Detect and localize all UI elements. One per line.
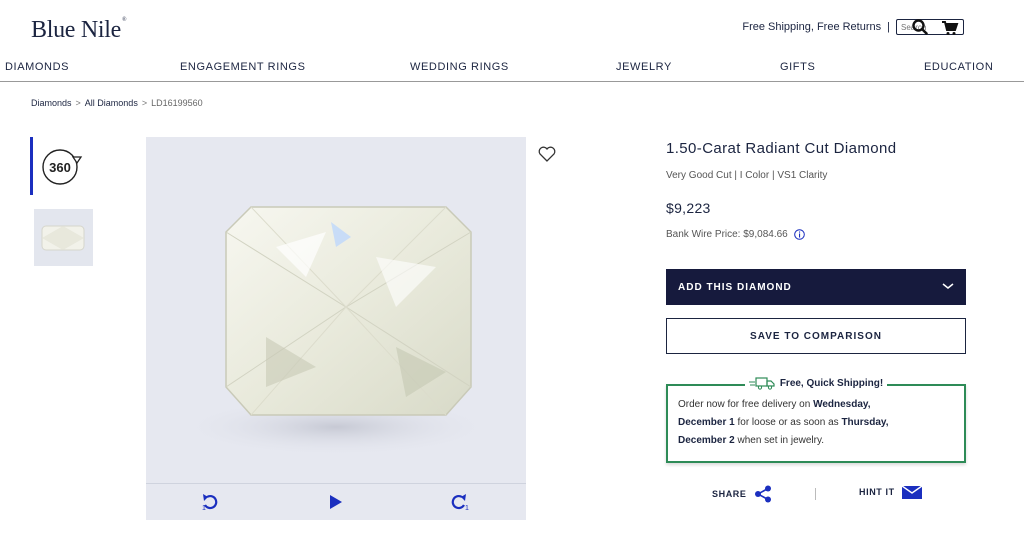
add-diamond-label: ADD THIS DIAMOND [678,281,792,293]
save-to-comparison-label: SAVE TO COMPARISON [750,330,882,342]
utility-bar: Free Shipping, Free Returns | [742,19,964,35]
shipping-date-dec1: December 1 [678,417,735,428]
nav-item-engagement-rings[interactable]: ENGAGEMENT RINGS [180,61,306,73]
thumb-360-label: 360 [49,160,71,175]
action-divider [815,488,816,500]
nav-item-diamonds[interactable]: DIAMONDS [5,61,69,73]
nav-item-wedding-rings[interactable]: WEDDING RINGS [410,61,509,73]
logo-text: Blue Nile [31,17,121,43]
shipping-heading-text: Free, Quick Shipping! [779,377,884,389]
gallery-controls: 1 1 [146,483,526,520]
product-specs: Very Good Cut | I Color | VS1 Clarity [666,170,828,181]
truck-icon [748,377,775,390]
share-icon [754,485,771,503]
breadcrumb: Diamonds > All Diamonds > LD16199560 [31,98,203,108]
shipping-text-part: when set in jewelry. [734,435,824,446]
shipping-date-dec2: December 2 [678,435,735,446]
main-diamond-image[interactable] [146,137,526,483]
product-title: 1.50-Carat Radiant Cut Diamond [666,140,897,157]
nav-item-jewelry[interactable]: JEWELRY [616,61,672,73]
logo-mark: ® [121,17,127,23]
wire-price-row: Bank Wire Price: $9,084.66 [666,229,805,240]
thumb-diamond-image[interactable] [34,209,93,266]
breadcrumb-diamonds[interactable]: Diamonds [31,98,72,108]
rotate-left-sub: 1 [202,505,206,511]
main-nav: DIAMONDS ENGAGEMENT RINGS WEDDING RINGS … [0,58,1024,82]
wire-price: Bank Wire Price: $9,084.66 [666,229,788,240]
shipping-date-wed: Wednesday, [813,399,871,410]
save-to-comparison-button[interactable]: SAVE TO COMPARISON [666,318,966,354]
cart-icon[interactable] [941,19,959,37]
shipping-date-thu: Thursday, [841,417,889,428]
breadcrumb-current: LD16199560 [151,98,203,108]
rotate-left-icon[interactable]: 1 [200,493,220,511]
chevron-down-icon [942,283,954,289]
shipping-text: Order now for free delivery on Wednesday… [678,396,954,450]
rotate-right-icon[interactable]: 1 [451,493,471,511]
shipping-text-part: Order now for free delivery on [678,399,814,410]
utility-divider: | [887,21,890,33]
shipping-heading: Free, Quick Shipping! [666,376,966,390]
rotate-right-sub: 1 [465,505,469,511]
play-icon[interactable] [329,494,343,510]
diamond-graphic [176,206,496,457]
breadcrumb-all-diamonds[interactable]: All Diamonds [85,98,138,108]
shipping-text-part: for loose or as soon as [734,417,842,428]
hint-it-button[interactable]: HINT IT [859,485,922,499]
add-diamond-button[interactable]: ADD THIS DIAMOND [666,269,966,305]
breadcrumb-separator: > [75,98,81,108]
search-icon[interactable] [911,18,929,36]
thumb-diamond-graphic [34,209,93,266]
blue-nile-logo[interactable]: Blue Nile® [31,17,127,44]
hint-it-label: HINT IT [859,487,895,497]
active-thumb-indicator [30,137,33,195]
breadcrumb-separator: > [141,98,148,108]
thumb-360-view[interactable]: 360 [41,146,83,188]
product-price: $9,223 [666,200,711,216]
info-icon[interactable] [793,229,805,240]
share-button[interactable]: SHARE [712,485,772,503]
nav-item-education[interactable]: EDUCATION [924,61,993,73]
envelope-icon [901,485,922,499]
share-label: SHARE [712,489,747,499]
heart-icon[interactable] [538,146,556,162]
shipping-note[interactable]: Free Shipping, Free Returns [742,21,881,33]
nav-item-gifts[interactable]: GIFTS [780,61,815,73]
